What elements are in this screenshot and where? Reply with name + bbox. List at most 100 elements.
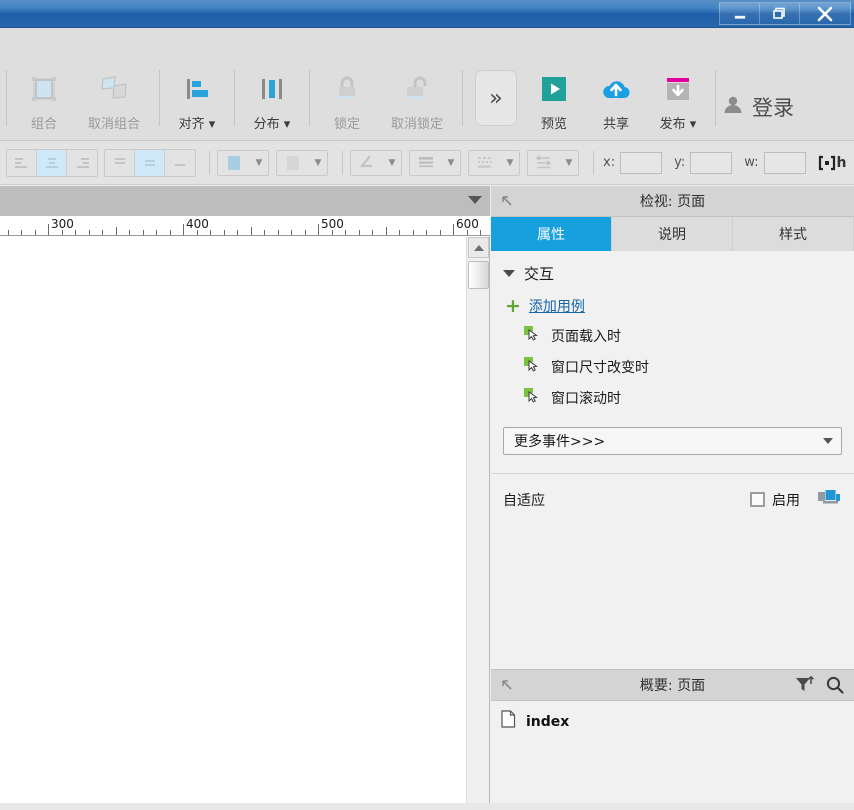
dash-style-icon bbox=[469, 154, 501, 172]
share-button[interactable]: 共享 bbox=[585, 62, 647, 134]
search-icon[interactable] bbox=[826, 676, 844, 699]
outline-actions bbox=[795, 675, 844, 699]
group-button[interactable]: 组合 bbox=[13, 62, 75, 134]
ruler-tick bbox=[48, 224, 49, 235]
align-center-icon bbox=[45, 157, 58, 168]
more-events-label: 更多事件>>> bbox=[514, 434, 606, 450]
lock-ratio-icon[interactable]: h bbox=[818, 155, 847, 171]
scrollbar-thumb[interactable] bbox=[468, 261, 489, 289]
arrow-style-picker[interactable]: ▼ bbox=[527, 149, 579, 176]
align-middle-button[interactable] bbox=[135, 149, 165, 176]
scroll-up-button[interactable] bbox=[468, 237, 489, 258]
align-button[interactable]: 对齐 ▾ bbox=[166, 62, 228, 134]
more-events-dropdown[interactable]: 更多事件>>> bbox=[503, 427, 842, 455]
preview-button-label: 预览 bbox=[540, 117, 567, 132]
align-bottom-button[interactable] bbox=[165, 149, 195, 176]
outline-title: 概要: 页面 bbox=[639, 678, 706, 694]
interactions-section-title: 交互 bbox=[524, 265, 555, 283]
event-label: 窗口尺寸改变时 bbox=[551, 359, 649, 376]
page-icon bbox=[501, 710, 516, 733]
canvas-tabstrip bbox=[0, 186, 490, 216]
shadow-picker[interactable]: ▼ bbox=[276, 149, 328, 176]
ruler-tick bbox=[169, 230, 171, 235]
toolbar-divider bbox=[234, 70, 235, 126]
align-top-button[interactable] bbox=[105, 149, 135, 176]
ruler-tick bbox=[7, 230, 9, 235]
restore-button[interactable] bbox=[759, 2, 799, 25]
ruler-tick bbox=[156, 230, 157, 235]
outline-header: 概要: 页面 bbox=[491, 670, 854, 701]
event-item[interactable]: 页面载入时 bbox=[491, 320, 854, 351]
x-input[interactable] bbox=[620, 151, 663, 174]
minimize-button[interactable] bbox=[719, 2, 759, 25]
unlock-icon bbox=[401, 69, 433, 109]
ruler-tick bbox=[34, 230, 36, 235]
tab-properties[interactable]: 属性 bbox=[491, 217, 612, 251]
outline-item-index[interactable]: index bbox=[491, 701, 854, 733]
line-weight-icon bbox=[410, 154, 442, 172]
collapse-arrow-icon[interactable] bbox=[500, 194, 514, 213]
group-icon bbox=[28, 69, 60, 109]
align-right-button[interactable] bbox=[67, 149, 97, 176]
tab-style[interactable]: 样式 bbox=[733, 217, 854, 251]
adaptive-enable-checkbox[interactable] bbox=[750, 492, 765, 507]
event-cursor-icon bbox=[523, 325, 539, 346]
line-weight-picker[interactable]: ▼ bbox=[409, 149, 461, 176]
design-canvas[interactable] bbox=[0, 237, 467, 810]
ruler-label: 400 bbox=[186, 217, 209, 231]
line-style-picker[interactable]: ▼ bbox=[350, 149, 402, 176]
w-label: w: bbox=[744, 155, 759, 170]
coordinate-fields: x: y: w: h bbox=[603, 151, 847, 174]
close-icon bbox=[817, 6, 833, 21]
align-left-button[interactable] bbox=[7, 149, 37, 176]
event-item[interactable]: 窗口尺寸改变时 bbox=[491, 351, 854, 382]
tab-notes[interactable]: 说明 bbox=[612, 217, 733, 251]
lock-button[interactable]: 锁定 bbox=[316, 62, 378, 134]
horizontal-ruler[interactable]: 300 400 500 600 bbox=[0, 216, 490, 236]
ruler-label: 600 bbox=[456, 217, 479, 231]
filter-icon[interactable] bbox=[795, 675, 814, 699]
adaptive-enable-label: 启用 bbox=[772, 492, 800, 509]
toolbar-overflow-button[interactable]: » bbox=[475, 70, 517, 126]
ruler-tick bbox=[480, 230, 481, 235]
collapse-arrow-icon[interactable] bbox=[500, 678, 514, 697]
preview-button[interactable]: 预览 bbox=[523, 62, 585, 134]
canvas-vertical-scrollbar[interactable] bbox=[466, 237, 489, 810]
publish-icon bbox=[663, 69, 693, 109]
window-titlebar bbox=[0, 0, 854, 28]
publish-button[interactable]: 发布 ▾ bbox=[647, 62, 709, 134]
add-case-link[interactable]: + 添加用例 bbox=[491, 290, 854, 320]
align-right-icon bbox=[77, 157, 89, 168]
ruler-tick bbox=[250, 227, 252, 235]
preview-icon bbox=[539, 69, 569, 109]
interactions-section-header[interactable]: 交互 bbox=[491, 251, 854, 290]
ungroup-button[interactable]: 取消组合 bbox=[75, 62, 153, 134]
event-label: 窗口滚动时 bbox=[551, 390, 621, 407]
login-button[interactable]: 登录 bbox=[722, 92, 794, 122]
event-item[interactable]: 窗口滚动时 bbox=[491, 382, 854, 413]
adaptive-views-icon[interactable] bbox=[818, 488, 840, 511]
toolbar-divider bbox=[159, 70, 160, 126]
toolbar-divider bbox=[309, 70, 310, 126]
align-center-button[interactable] bbox=[37, 149, 67, 176]
ruler-tick bbox=[412, 230, 414, 235]
ruler-tick bbox=[102, 230, 103, 235]
y-input[interactable] bbox=[690, 151, 733, 174]
share-button-label: 共享 bbox=[602, 117, 629, 132]
minimize-icon bbox=[734, 15, 745, 19]
close-button[interactable] bbox=[799, 2, 851, 25]
align-left-icon bbox=[14, 157, 27, 168]
ruler-tick bbox=[385, 227, 387, 235]
w-input[interactable] bbox=[763, 151, 806, 174]
h-label: h bbox=[836, 154, 847, 171]
distribute-button[interactable]: 分布 ▾ bbox=[241, 62, 303, 134]
unlock-button[interactable]: 取消锁定 bbox=[378, 62, 456, 134]
fill-color-picker[interactable]: ▼ bbox=[217, 149, 269, 176]
tabstrip-dropdown-icon[interactable] bbox=[468, 196, 482, 204]
line-dash-picker[interactable]: ▼ bbox=[468, 149, 520, 176]
toolbar-divider bbox=[462, 70, 463, 126]
tab-properties-label: 属性 bbox=[537, 227, 565, 243]
ruler-tick bbox=[291, 230, 292, 235]
x-label: x: bbox=[603, 155, 616, 170]
unlock-button-label: 取消锁定 bbox=[390, 117, 443, 132]
